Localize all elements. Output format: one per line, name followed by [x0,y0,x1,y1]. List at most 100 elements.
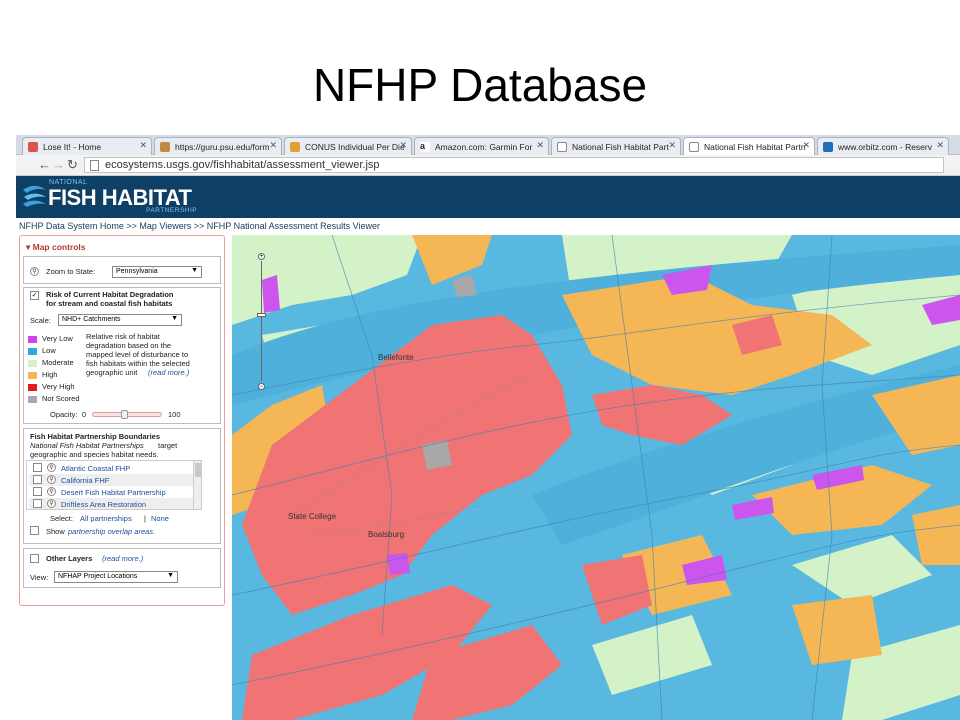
tab-nfhp-1[interactable]: National Fish Habitat Part ✕ [551,137,681,155]
legend-swatch-not-scored [28,396,37,403]
list-scrollbar[interactable] [193,461,201,509]
partnership-title: Fish Habitat Partnership Boundaries [30,432,161,441]
opacity-slider-thumb[interactable] [121,410,128,419]
magnifier-icon[interactable]: ⚲ [47,487,56,496]
partnership-checkbox[interactable] [33,487,42,496]
view-select[interactable]: NFHAP Project Locations ▼ [54,571,178,583]
close-icon[interactable]: ✕ [139,140,147,151]
tab-label: National Fish Habitat Partn [704,142,806,152]
partnership-checkbox[interactable] [33,475,42,484]
amazon-icon: a [420,142,430,152]
partnership-checkbox[interactable] [33,499,42,508]
read-more-link[interactable]: (read more.) [148,368,189,377]
zoom-track[interactable] [261,261,262,381]
partnership-item[interactable]: ⚲ Atlantic Coastal FHP [29,462,199,474]
close-icon[interactable]: ✕ [536,140,544,151]
legend-label: High [42,370,58,379]
site-header: NATIONAL FISH HABITAT PARTNERSHIP [16,176,960,218]
risk-description: mapped level of disturbance to [86,350,189,359]
partnership-label[interactable]: Atlantic Coastal FHP [61,464,130,473]
partnership-checkbox[interactable] [33,463,42,472]
partnership-desc-tail: target [158,441,178,450]
opacity-label: Opacity: [50,410,78,419]
place-label-state-college: State College [288,512,337,521]
partnership-label[interactable]: Driftless Area Restoration [61,500,146,509]
select-all-link[interactable]: All partnerships [80,514,132,523]
favicon-icon [28,142,38,152]
tab-psu[interactable]: https://guru.psu.edu/form ✕ [154,137,282,155]
forward-arrow-icon[interactable]: → [52,158,65,172]
close-icon[interactable]: ✕ [802,140,810,151]
page-icon [689,142,699,152]
magnifier-icon[interactable]: ⚲ [47,499,56,508]
tab-strip: Lose It! - Home ✕ https://guru.psu.edu/f… [16,135,960,156]
opacity-slider[interactable] [92,410,162,419]
page-icon [90,160,99,171]
other-read-more-link[interactable]: (read more.) [102,554,143,563]
select-none-link[interactable]: None [151,514,169,523]
state-select[interactable]: Pennsylvania ▼ [112,266,202,278]
other-layers-checkbox[interactable] [30,554,39,563]
reload-icon[interactable]: ↻ [67,158,78,172]
zoom-slider-thumb[interactable] [257,313,266,317]
habitat-map[interactable]: + − Bellefonte State College Boalsburg [232,235,960,720]
tab-label: www.orbitz.com - Reserv [838,142,932,152]
risk-layer-box: ✓ Risk of Current Habitat Degradation fo… [23,287,221,424]
partnership-desc-2: geographic and species habitat needs. [30,450,159,459]
magnifier-icon[interactable]: ⚲ [47,475,56,484]
breadcrumb[interactable]: NFHP Data System Home >> Map Viewers >> … [19,221,380,231]
tab-lose-it[interactable]: Lose It! - Home ✕ [22,137,152,155]
scale-select[interactable]: NHD+ Catchments ▼ [58,314,182,326]
legend-label: Not Scored [42,394,80,403]
map-layer [232,235,960,720]
partnership-item[interactable]: ⚲ Driftless Area Restoration [29,498,199,509]
partnership-item[interactable]: ⚲ Desert Fish Habitat Partnership [29,486,199,498]
tab-amazon[interactable]: a Amazon.com: Garmin For ✕ [414,137,549,155]
scale-label: Scale: [30,316,51,325]
slide-title: NFHP Database [312,59,648,111]
legend-label: Very Low [42,334,73,343]
risk-description: Relative risk of habitat [86,332,160,341]
close-icon[interactable]: ✕ [936,140,944,151]
legend-swatch-very-low [28,336,37,343]
zoom-box: ⚲ Zoom to State: Pennsylvania ▼ [23,256,221,284]
close-icon[interactable]: ✕ [668,140,676,151]
zoom-control[interactable]: + − [254,253,268,393]
favicon-icon [290,142,300,152]
overlap-checkbox[interactable] [30,526,39,535]
map-controls-toggle[interactable]: ▾ Map controls [26,242,86,253]
magnifier-icon[interactable]: ⚲ [30,267,39,276]
risk-subtitle: for stream and coastal fish habitats [46,299,173,308]
partnership-label[interactable]: California FHF [61,476,109,485]
tab-orbitz[interactable]: www.orbitz.com - Reserv ✕ [817,137,949,155]
legend-label: Moderate [42,358,74,367]
logo-partnership: PARTNERSHIP [146,207,198,214]
back-arrow-icon[interactable]: ← [38,158,51,172]
magnifier-icon[interactable]: ⚲ [47,463,56,472]
tab-label: CONUS Individual Per Die [305,142,405,152]
chevron-down-icon: ▼ [167,572,174,579]
tab-nfhp-active[interactable]: National Fish Habitat Partn ✕ [683,137,815,156]
partnership-label[interactable]: Desert Fish Habitat Partnership [61,488,166,497]
zoom-in-icon[interactable]: + [258,253,265,260]
close-icon[interactable]: ✕ [399,140,407,151]
url-input[interactable]: ecosystems.usgs.gov/fishhabitat/assessme… [84,157,944,173]
zoom-out-icon[interactable]: − [258,383,265,390]
risk-layer-checkbox[interactable]: ✓ [30,291,39,300]
tab-label: https://guru.psu.edu/form [175,142,270,152]
map-controls-panel: ▾ Map controls ⚲ Zoom to State: Pennsylv… [19,235,225,606]
overlap-link[interactable]: partnership overlap areas. [68,527,155,536]
chevron-down-icon: ▼ [171,315,178,322]
show-label: Show [46,527,65,536]
opacity-max: 100 [168,410,181,419]
close-icon[interactable]: ✕ [269,140,277,151]
legend-swatch-moderate [28,360,37,367]
tab-conus[interactable]: CONUS Individual Per Die ✕ [284,137,412,155]
address-bar: ← → ↻ ecosystems.usgs.gov/fishhabitat/as… [16,155,960,176]
partnership-list: ⚲ Atlantic Coastal FHP ⚲ California FHF … [26,460,202,510]
partnership-box: Fish Habitat Partnership Boundaries Nati… [23,428,221,544]
view-select-value: NFHAP Project Locations [58,573,138,580]
partnership-item[interactable]: ⚲ California FHF [29,474,199,486]
scale-select-value: NHD+ Catchments [62,316,121,323]
scrollbar-thumb[interactable] [195,463,201,477]
